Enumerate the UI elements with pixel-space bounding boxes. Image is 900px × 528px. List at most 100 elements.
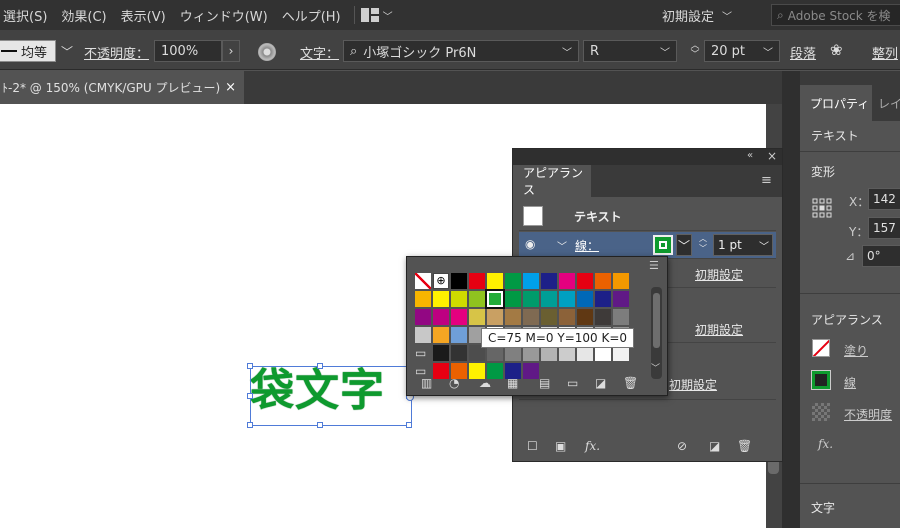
color-swatch[interactable]	[505, 291, 521, 307]
color-swatch[interactable]	[613, 309, 629, 325]
color-swatch[interactable]	[433, 345, 449, 361]
color-group-icon[interactable]: ▦	[507, 376, 518, 390]
menu-effect[interactable]: 効果(C)	[54, 6, 113, 25]
arrange-documents-icon[interactable]: ﹀	[360, 8, 393, 23]
color-swatch[interactable]	[451, 291, 467, 307]
opacity-label[interactable]: 不透明度	[844, 406, 892, 423]
color-swatch[interactable]	[613, 291, 629, 307]
stroke-weight-stepper[interactable]: ︿ ﹀	[699, 234, 707, 254]
none-swatch[interactable]	[415, 273, 431, 289]
fill-none-swatch[interactable]	[812, 339, 830, 357]
new-folder-icon[interactable]: ▭	[567, 376, 578, 390]
tab-properties[interactable]: プロパティ	[800, 85, 872, 121]
tab-appearance[interactable]: アピアランス	[513, 165, 591, 197]
registration-swatch[interactable]: ⊕	[433, 273, 449, 289]
opacity-input[interactable]: 100%	[154, 40, 222, 62]
align-label[interactable]: 整列	[872, 43, 898, 62]
stroke-profile-dropdown[interactable]: ﹀	[58, 40, 76, 62]
color-swatch[interactable]	[559, 309, 575, 325]
visibility-eye-icon[interactable]: ◉	[525, 237, 535, 251]
angle-input[interactable]: 0°	[862, 245, 900, 267]
color-swatch[interactable]	[577, 309, 593, 325]
color-swatch[interactable]	[595, 291, 611, 307]
opacity-value[interactable]: 初期設定	[669, 376, 717, 393]
stroke-color-swatch[interactable]	[653, 235, 673, 255]
collapse-icon[interactable]: «	[747, 150, 753, 161]
tab-layers[interactable]: レイ	[878, 85, 900, 121]
chevron-down-icon[interactable]: ﹀	[557, 238, 567, 253]
menu-help[interactable]: ヘルプ(H)	[275, 6, 348, 25]
color-swatch[interactable]	[433, 327, 449, 343]
adobe-stock-search[interactable]: ⌕ Adobe Stock を検	[771, 4, 900, 26]
color-swatch[interactable]	[505, 309, 521, 325]
trash-icon[interactable]: 🗑	[737, 439, 752, 453]
add-fill-icon[interactable]: ▣	[555, 439, 566, 453]
appearance-object-row[interactable]: テキスト	[519, 203, 776, 231]
selected-color-swatch[interactable]	[485, 289, 505, 309]
color-swatch[interactable]	[469, 291, 485, 307]
color-swatch[interactable]	[487, 273, 503, 289]
stroke-color-dropdown[interactable]: ﹀	[676, 234, 692, 256]
color-swatch[interactable]	[523, 291, 539, 307]
color-swatch[interactable]	[487, 309, 503, 325]
panel-title-bar[interactable]: « ×	[513, 149, 782, 165]
recolor-icon[interactable]	[258, 43, 276, 61]
selection-handle[interactable]	[247, 393, 253, 399]
selection-handle[interactable]	[247, 422, 253, 428]
close-icon[interactable]: ×	[767, 149, 777, 163]
color-swatch[interactable]	[451, 345, 467, 361]
color-swatch[interactable]	[541, 273, 557, 289]
color-swatch[interactable]	[451, 273, 467, 289]
new-swatch-icon[interactable]: ◪	[595, 376, 606, 390]
document-tab[interactable]: ﾄ-2* @ 150% (CMYK/GPU プレビュー) ×	[0, 71, 244, 104]
clear-appearance-icon[interactable]: ⊘	[677, 439, 687, 453]
color-swatch[interactable]	[451, 309, 467, 325]
trash-icon[interactable]: 🗑	[623, 376, 638, 390]
color-swatch[interactable]	[541, 291, 557, 307]
swatch-library-icon[interactable]: ▥	[421, 376, 432, 390]
font-size-input[interactable]: 20 pt ﹀	[704, 40, 780, 62]
paragraph-label[interactable]: 段落	[790, 43, 816, 62]
color-swatch[interactable]	[559, 273, 575, 289]
list-view-icon[interactable]: ☰	[649, 259, 659, 272]
selection-handle[interactable]	[317, 363, 323, 369]
workspace-switcher[interactable]: 初期設定 ﹀	[662, 4, 732, 26]
color-swatch[interactable]	[595, 273, 611, 289]
menu-view[interactable]: 表示(V)	[114, 6, 173, 25]
panel-menu-icon[interactable]: ≡	[761, 173, 772, 188]
scrollbar-thumb[interactable]	[653, 293, 660, 348]
stroke-label[interactable]: 線	[844, 374, 856, 391]
appearance-stroke-row[interactable]: ◉ ﹀ 線： ﹀ ︿ ﹀ 1 pt ﹀	[519, 232, 776, 259]
opacity-expand-button[interactable]: ›	[222, 40, 240, 62]
y-input[interactable]: 157	[868, 217, 900, 239]
color-swatch[interactable]	[523, 273, 539, 289]
color-swatch[interactable]	[469, 273, 485, 289]
color-swatch[interactable]	[433, 309, 449, 325]
stroke-swatch[interactable]	[811, 370, 831, 390]
fx-icon[interactable]: fx.	[585, 439, 600, 453]
selection-handle[interactable]	[317, 422, 323, 428]
menu-select[interactable]: 選択(S)	[0, 6, 54, 25]
color-swatch[interactable]	[595, 309, 611, 325]
color-swatch[interactable]	[415, 327, 431, 343]
swatch-options-icon[interactable]: ▤	[539, 376, 550, 390]
x-input[interactable]: 142	[868, 188, 900, 210]
reference-point-icon[interactable]	[812, 198, 832, 218]
color-swatch[interactable]	[577, 273, 593, 289]
font-family-input[interactable]: ⌕ 小塚ゴシック Pr6N ﹀	[343, 40, 579, 62]
selection-handle[interactable]	[406, 422, 412, 428]
stroke-weight-input[interactable]: 1 pt ﹀	[713, 234, 773, 256]
font-size-stepper[interactable]: ︿ ﹀	[686, 40, 704, 62]
opacity-value[interactable]: 初期設定	[695, 266, 743, 283]
color-swatch[interactable]	[523, 309, 539, 325]
color-swatch[interactable]	[433, 291, 449, 307]
opacity-value[interactable]: 初期設定	[695, 321, 743, 338]
menu-window[interactable]: ウィンドウ(W)	[173, 6, 275, 25]
stroke-profile-select[interactable]: 均等	[0, 40, 56, 62]
close-icon[interactable]: ×	[225, 80, 236, 95]
color-swatch[interactable]	[469, 309, 485, 325]
fx-icon[interactable]: fx.	[818, 437, 833, 451]
color-swatch[interactable]	[577, 291, 593, 307]
add-stroke-icon[interactable]: ☐	[527, 439, 538, 453]
color-swatch[interactable]	[451, 327, 467, 343]
